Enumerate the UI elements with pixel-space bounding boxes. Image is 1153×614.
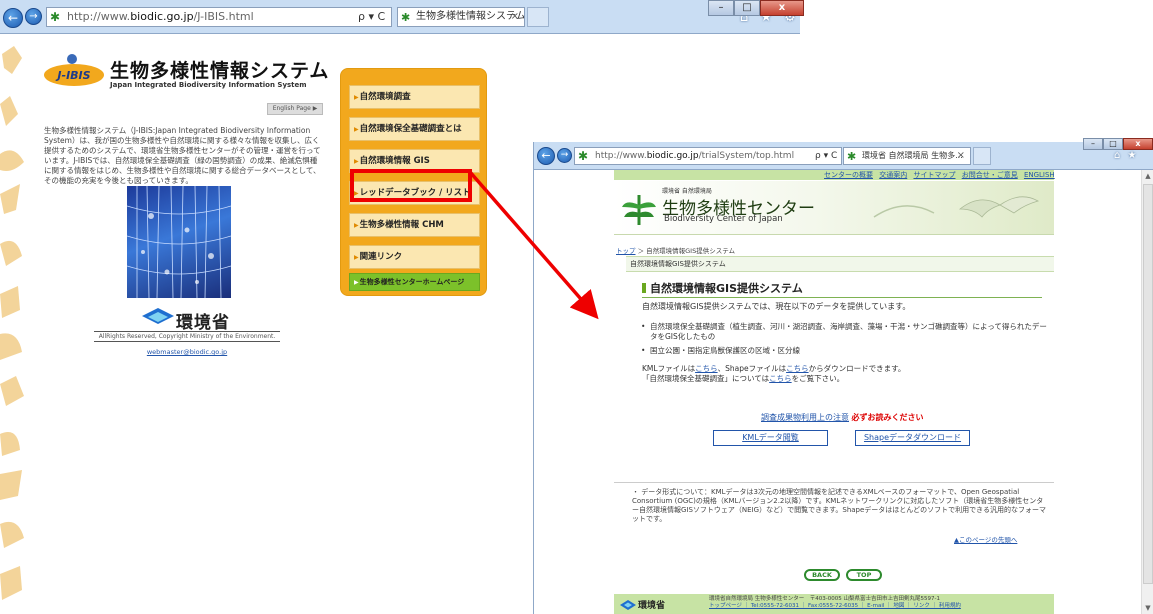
close-window-button[interactable]: x [760, 0, 804, 16]
center-logo [622, 195, 656, 225]
scroll-thumb[interactable] [1143, 184, 1153, 584]
right-scrollbar[interactable]: ▲ ▼ [1141, 170, 1153, 614]
link-english[interactable]: ENGLISH [1024, 171, 1055, 179]
bullet-item: 国立公園・国指定鳥獣保護区の区域・区分線 [641, 346, 1050, 356]
usage-notice-link[interactable]: 調査成果物利用上の注意 [761, 413, 849, 422]
menu-item-basic-survey[interactable]: 自然環境保全基礎調査とは [349, 117, 480, 141]
jibis-logo-text: J-IBIS [55, 69, 90, 82]
right-browser-window: ← → ✱ http://www.biodic.go.jp/trialSyste… [533, 142, 1153, 614]
intro-text: 生物多様性情報システム（J-IBIS:Japan Integrated Biod… [44, 126, 321, 185]
footer-text: 環境省自然環境局 生物多様性センター 〒403-0005 山梨県富士吉田市上吉田… [709, 596, 1054, 610]
menu-item-chm[interactable]: 生物多様性情報 CHM [349, 213, 480, 237]
shape-download-button[interactable]: Shapeデータダウンロード [855, 430, 970, 446]
back-button[interactable]: ← [3, 8, 23, 28]
scroll-up-icon[interactable]: ▲ [1142, 170, 1153, 182]
window-controls: – □ x [708, 0, 804, 16]
right-browser-toolbar: ← → ✱ http://www.biodic.go.jp/trialSyste… [534, 142, 1153, 181]
kml-here-link[interactable]: こちら [695, 364, 718, 373]
survey-line: 「自然環境保全基礎調査」についてはこちらをご覧下さい。 [642, 374, 845, 383]
kml-line: KMLファイルはこちら、Shapeファイルはこちらからダウンロードできます。 [642, 364, 906, 373]
back-button[interactable]: ← [537, 147, 555, 165]
new-tab-button[interactable] [973, 147, 991, 165]
address-bar[interactable]: ✱ http://www.biodic.go.jp/J-IBIS.html [46, 7, 392, 27]
minimize-button[interactable]: – [1083, 138, 1103, 150]
scroll-down-icon[interactable]: ▼ [1142, 602, 1153, 614]
favicon-icon: ✱ [847, 150, 857, 163]
page-heading: 自然環境情報GIS提供システム [642, 280, 1042, 298]
bird-illustration [873, 196, 1040, 218]
jibis-page: J-IBIS 生物多様性情報システム Japan Integrated Biod… [0, 34, 530, 614]
lead-text: 自然環境情報GIS提供システムでは、現在以下のデータを提供しています。 [642, 302, 911, 311]
site-title: 生物多様性情報システム [110, 60, 330, 82]
top-pill-button[interactable]: TOP [846, 569, 882, 581]
gis-highlight-box [350, 169, 472, 202]
breadcrumb: トップ ＞ 自然環境情報GIS提供システム [616, 247, 736, 255]
link-contact[interactable]: お問合せ・ご意見 [962, 171, 1018, 179]
favicon-icon: ✱ [578, 149, 589, 163]
english-page-button[interactable]: English Page ▶ [267, 103, 323, 115]
menu-item-links[interactable]: 関連リンク [349, 245, 480, 269]
breadcrumb-home[interactable]: トップ [616, 247, 636, 255]
usage-notice: 調査成果物利用上の注意 必ずお読みください [761, 412, 924, 423]
close-window-button[interactable]: x [1123, 138, 1153, 150]
section-bar: 自然環境情報GIS提供システム [626, 256, 1054, 272]
banner-name-en: Biodiversity Center of Japan [664, 214, 783, 224]
link-about[interactable]: センターの概要 [824, 171, 873, 179]
address-controls[interactable]: ρ ▾ C [815, 146, 837, 166]
tab-jibis[interactable]: ✱ 生物多様性情報システム × [397, 7, 525, 27]
cover-illustration [127, 186, 231, 298]
link-sitemap[interactable]: サイトマップ [913, 171, 955, 179]
close-tab-icon[interactable]: × [511, 8, 519, 26]
address-controls[interactable]: ρ ▾ C [358, 7, 385, 27]
must-read-text: 必ずお読みください [851, 413, 924, 422]
tab-center[interactable]: ✱ 環境省 自然環境局 生物多... × [843, 147, 971, 165]
to-top-link[interactable]: ▲このページの先頭へ [954, 534, 1017, 544]
maximize-button[interactable]: □ [1103, 138, 1123, 150]
favicon-icon: ✱ [50, 10, 61, 24]
maximize-button[interactable]: □ [734, 0, 760, 16]
left-browser-toolbar: ← → ✱ http://www.biodic.go.jp/J-IBIS.htm… [0, 0, 804, 34]
forward-button[interactable]: → [25, 8, 42, 25]
favicon-icon: ✱ [401, 11, 411, 24]
bullet-item: 自然環境保全基礎調査（植生調査、河川・湖沼調査、海岸調査、藻場・干潟・サンゴ礁調… [641, 322, 1050, 342]
site-subtitle: Japan Integrated Biodiversity Informatio… [110, 81, 307, 89]
survey-here-link[interactable]: こちら [769, 374, 792, 383]
address-bar[interactable]: ✱ http://www.biodic.go.jp/trialSystem/to… [574, 147, 842, 165]
webmaster-link[interactable]: webmaster@biodic.go.jp [94, 348, 280, 356]
shape-here-link[interactable]: こちら [786, 364, 809, 373]
forward-button[interactable]: → [557, 148, 572, 163]
cover-image [127, 186, 231, 298]
footer-links[interactable]: トップページ ｜ Tel:0555-72-6031 ｜ Fax:0555-72-… [709, 603, 1054, 610]
right-window-controls: – □ x [1083, 138, 1153, 154]
kml-view-button[interactable]: KMLデータ閲覧 [713, 430, 828, 446]
divider [614, 482, 1054, 483]
center-banner: 環境省 自然環境局 生物多様性センター Biodiversity Center … [614, 181, 1054, 235]
menu-item-survey[interactable]: 自然環境調査 [349, 85, 480, 109]
decorative-animal-border [0, 46, 24, 600]
copyright-text: AllRights Reserved, Copyright Ministry o… [94, 331, 280, 342]
ministry-name: 環境省 [176, 313, 230, 333]
center-page: センターの概要 交通案内 サイトマップ お問合せ・ご意見 ENGLISH 環境省… [534, 170, 1141, 614]
top-links: センターの概要 交通案内 サイトマップ お問合せ・ご意見 ENGLISH [820, 170, 1055, 180]
footer-band: 環境省自然環境局 生物多様性センター 〒403-0005 山梨県富士吉田市上吉田… [614, 594, 1054, 614]
link-access[interactable]: 交通案内 [879, 171, 907, 179]
jibis-logo: J-IBIS [44, 54, 104, 86]
back-pill-button[interactable]: BACK [804, 569, 840, 581]
format-note: ・ データ形式について：KMLデータは3次元の地理空間情報を記述できるXMLベー… [632, 488, 1046, 523]
new-tab-button[interactable] [527, 7, 549, 27]
menu-item-center-home[interactable]: 生物多様性センターホームページ [349, 273, 480, 291]
footer-ministry-name: 環境省 [638, 601, 666, 611]
breadcrumb-current: 自然環境情報GIS提供システム [646, 247, 736, 255]
minimize-button[interactable]: – [708, 0, 734, 16]
close-tab-icon[interactable]: × [957, 148, 965, 164]
